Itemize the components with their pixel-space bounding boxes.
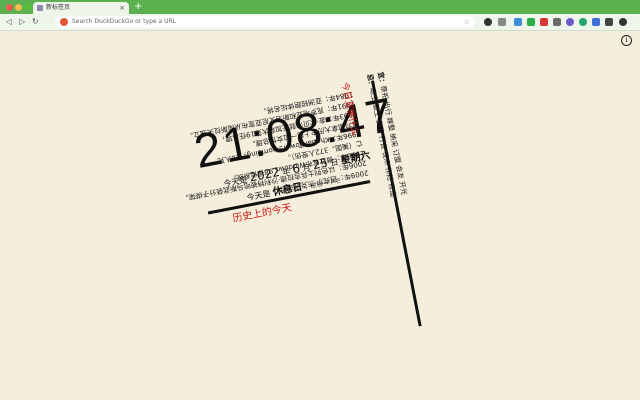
extension-icon[interactable] xyxy=(579,18,587,26)
back-icon[interactable]: ◁ xyxy=(6,15,12,29)
browser-tab[interactable]: 新标签页 × xyxy=(33,2,129,14)
duckduckgo-icon xyxy=(60,18,68,26)
close-window-button[interactable] xyxy=(6,4,13,11)
extension-icon[interactable] xyxy=(605,18,613,26)
new-tab-content: 21:08:47 今天是 2022 年 6 月 25 日 星期六 今天是 休息日… xyxy=(0,31,640,400)
extension-icon[interactable] xyxy=(514,18,522,26)
browser-toolbar: ◁ ▷ ↻ Search DuckDuckGo or type a URL ☆ xyxy=(0,14,640,31)
extension-icon[interactable] xyxy=(553,18,561,26)
maximize-window-button[interactable] xyxy=(24,4,31,11)
extension-icon[interactable] xyxy=(619,18,627,26)
extension-icon[interactable] xyxy=(498,18,506,26)
minimize-window-button[interactable] xyxy=(15,4,22,11)
address-placeholder: Search DuckDuckGo or type a URL xyxy=(72,18,176,25)
extension-icon[interactable] xyxy=(484,18,492,26)
tab-title: 新标签页 xyxy=(46,4,71,11)
tab-favicon-icon xyxy=(37,5,43,11)
extension-icon[interactable] xyxy=(566,18,574,26)
history-list: 2009年：迈克尔·杰克逊逝世。 2006年：以色列士兵吉拉德·沙利特被哈马斯武… xyxy=(167,89,369,213)
plus-icon[interactable]: + xyxy=(134,1,142,13)
extension-icon[interactable] xyxy=(527,18,535,26)
extension-icon[interactable] xyxy=(540,18,548,26)
close-icon[interactable]: × xyxy=(119,2,125,14)
star-icon[interactable]: ☆ xyxy=(464,16,470,28)
forward-icon[interactable]: ▷ xyxy=(19,15,25,29)
title-bar: 新标签页 × + xyxy=(0,0,640,14)
extension-icon[interactable] xyxy=(592,18,600,26)
reload-icon[interactable]: ↻ xyxy=(32,15,39,29)
address-bar[interactable]: Search DuckDuckGo or type a URL ☆ xyxy=(55,16,475,28)
